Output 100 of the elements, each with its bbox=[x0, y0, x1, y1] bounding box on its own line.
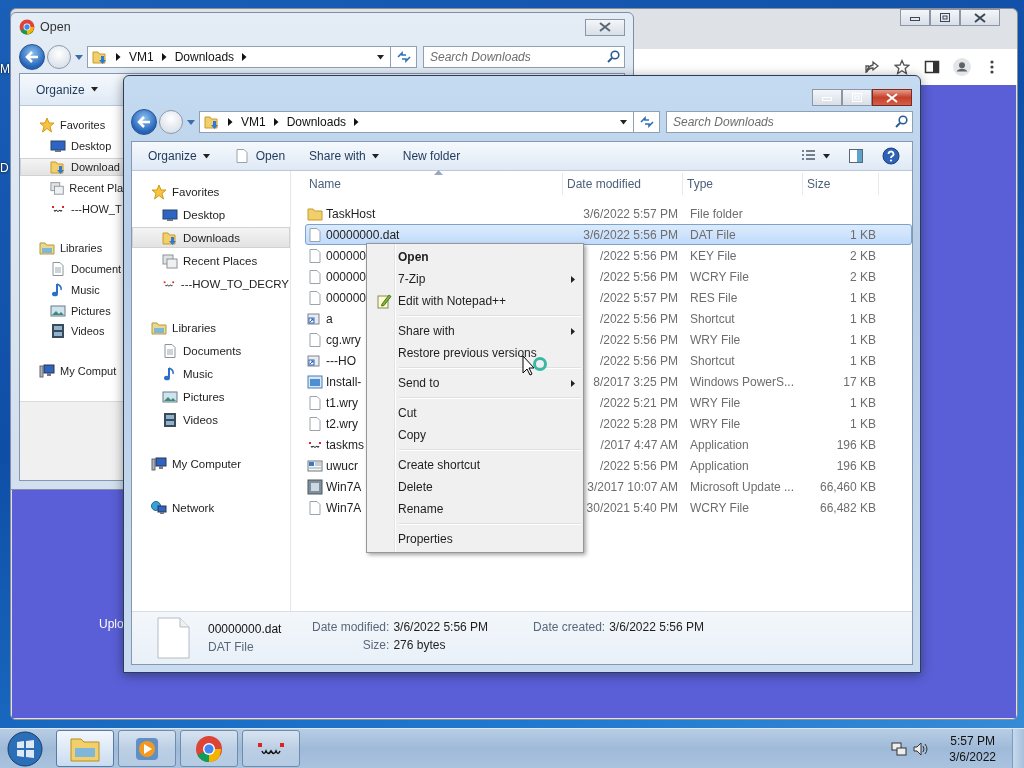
start-button[interactable] bbox=[4, 730, 46, 767]
page-text: Uplo bbox=[99, 617, 124, 631]
refresh-button[interactable] bbox=[634, 111, 660, 133]
size-cell: 1 KB bbox=[850, 290, 876, 305]
nav-item[interactable]: Network bbox=[132, 497, 290, 518]
file-name: a bbox=[326, 311, 333, 326]
toolbar-button[interactable]: Open bbox=[223, 144, 296, 168]
menu-item[interactable]: Send to bbox=[369, 372, 581, 394]
menu-item[interactable]: Open bbox=[369, 246, 581, 268]
size-cell: 196 KB bbox=[836, 437, 876, 452]
close-button[interactable] bbox=[585, 18, 625, 36]
back-button[interactable] bbox=[131, 109, 157, 135]
nav-item[interactable]: My Comput bbox=[20, 361, 124, 381]
refresh-button[interactable] bbox=[391, 46, 417, 68]
file-icon bbox=[307, 394, 323, 411]
side-panel-button[interactable] bbox=[923, 58, 941, 76]
media-player-button[interactable] bbox=[118, 730, 176, 767]
menu-item[interactable]: Restore previous versions bbox=[369, 342, 581, 364]
clock[interactable]: 5:57 PM 3/6/2022 bbox=[949, 733, 996, 764]
film-icon bbox=[50, 323, 66, 340]
column-header[interactable]: Name bbox=[305, 173, 563, 195]
minimize-button[interactable] bbox=[900, 9, 930, 26]
file-name: TaskHost bbox=[326, 206, 376, 221]
nav-item[interactable]: Documents bbox=[132, 340, 290, 361]
nav-item[interactable]: Music bbox=[20, 280, 124, 300]
menu-item[interactable]: 7-Zip bbox=[369, 268, 581, 290]
breadcrumb-button[interactable]: Downloads bbox=[174, 50, 235, 64]
help-button[interactable] bbox=[880, 145, 902, 167]
close-button[interactable] bbox=[960, 9, 1000, 26]
bookmark-button[interactable] bbox=[893, 58, 911, 76]
nav-item[interactable]: Desktop bbox=[20, 136, 124, 156]
type-cell: WRY File bbox=[690, 395, 741, 410]
menu-item[interactable]: Delete bbox=[369, 476, 581, 498]
network-status-icon[interactable] bbox=[891, 740, 908, 757]
desktop-icon-label[interactable]: M bbox=[0, 62, 10, 76]
nav-item[interactable]: Favorites bbox=[20, 116, 124, 135]
address-bar[interactable]: VM1 Downloads bbox=[199, 111, 634, 133]
nav-item[interactable]: Pictures bbox=[20, 301, 124, 321]
nav-item[interactable]: Pictures bbox=[132, 386, 290, 407]
desktop-icon-label[interactable]: D bbox=[0, 161, 9, 175]
nav-item[interactable]: Download bbox=[20, 157, 124, 177]
breadcrumb-button[interactable]: VM1 bbox=[241, 115, 266, 129]
toolbar-button[interactable]: New folder bbox=[392, 145, 471, 167]
search-field[interactable]: Search Downloads bbox=[423, 46, 625, 68]
share-icon bbox=[864, 59, 880, 75]
nav-item[interactable]: ---HOW_TO_DECRY bbox=[132, 273, 290, 294]
caret-icon bbox=[202, 153, 210, 159]
window-icon bbox=[307, 457, 323, 474]
history-dropdown-button[interactable] bbox=[185, 119, 197, 125]
close-icon bbox=[886, 92, 898, 103]
profile-button[interactable] bbox=[953, 58, 971, 76]
address-bar[interactable]: VM1 Downloads bbox=[87, 46, 391, 68]
nav-item[interactable]: Document bbox=[20, 259, 124, 279]
menu-item[interactable]: Edit with Notepad++ bbox=[369, 290, 581, 312]
face-app-button[interactable] bbox=[242, 730, 300, 767]
menu-item[interactable]: Rename bbox=[369, 498, 581, 520]
browser-button[interactable] bbox=[180, 730, 238, 767]
share-button[interactable] bbox=[863, 58, 881, 76]
nav-item[interactable]: Desktop bbox=[132, 204, 290, 225]
folder-button[interactable] bbox=[56, 730, 114, 767]
type-cell: Application bbox=[690, 458, 749, 473]
maximize-button[interactable] bbox=[930, 9, 960, 26]
nav-item[interactable]: Libraries bbox=[132, 317, 290, 338]
nav-item[interactable]: Music bbox=[132, 363, 290, 384]
caret-icon bbox=[823, 153, 830, 159]
type-cell: RES File bbox=[690, 290, 738, 305]
search-field[interactable]: Search Downloads bbox=[666, 111, 913, 133]
date-cell: 3/6/2022 5:56 PM bbox=[583, 227, 678, 242]
breadcrumb-button[interactable]: VM1 bbox=[129, 50, 154, 64]
history-dropdown-button[interactable] bbox=[73, 54, 85, 60]
menu-item[interactable]: Properties bbox=[369, 528, 581, 550]
toolbar-button[interactable]: Organize bbox=[138, 145, 220, 167]
nav-item[interactable]: My Computer bbox=[132, 453, 290, 474]
nav-item[interactable]: Videos bbox=[132, 409, 290, 430]
nav-item[interactable]: Favorites bbox=[132, 181, 290, 202]
nav-item[interactable]: Downloads bbox=[132, 227, 290, 248]
volume-icon[interactable] bbox=[913, 740, 930, 757]
preview-pane-icon bbox=[848, 148, 864, 164]
preview-pane-button[interactable] bbox=[846, 146, 866, 166]
breadcrumb-arrow-icon bbox=[354, 118, 360, 126]
nav-item[interactable]: Videos bbox=[20, 322, 124, 341]
column-header[interactable]: Date modified bbox=[563, 173, 683, 195]
nav-item[interactable]: ---HOW_T bbox=[20, 199, 124, 219]
menu-item[interactable]: Cut bbox=[369, 402, 581, 424]
nav-item[interactable]: Recent Places bbox=[132, 250, 290, 271]
toolbar-button[interactable]: Organize bbox=[26, 78, 108, 101]
size-cell: 17 KB bbox=[843, 374, 876, 389]
menu-item[interactable]: Copy bbox=[369, 424, 581, 446]
menu-item[interactable]: Create shortcut bbox=[369, 454, 581, 476]
file-row[interactable]: 00000000.dat 3/6/2022 5:56 PM DAT File 1 KB bbox=[305, 224, 912, 245]
toolbar-button[interactable]: Share with bbox=[299, 145, 389, 167]
search-icon bbox=[895, 115, 908, 128]
nav-item[interactable]: Recent Pla bbox=[20, 178, 124, 198]
column-header[interactable]: Size bbox=[803, 173, 879, 195]
breadcrumb-button[interactable]: Downloads bbox=[286, 115, 347, 129]
menu-item[interactable]: Share with bbox=[369, 320, 581, 342]
close-button[interactable] bbox=[872, 89, 912, 106]
back-button[interactable] bbox=[19, 44, 45, 70]
nav-item[interactable]: Libraries bbox=[20, 238, 124, 258]
column-header[interactable]: Type bbox=[683, 173, 803, 195]
